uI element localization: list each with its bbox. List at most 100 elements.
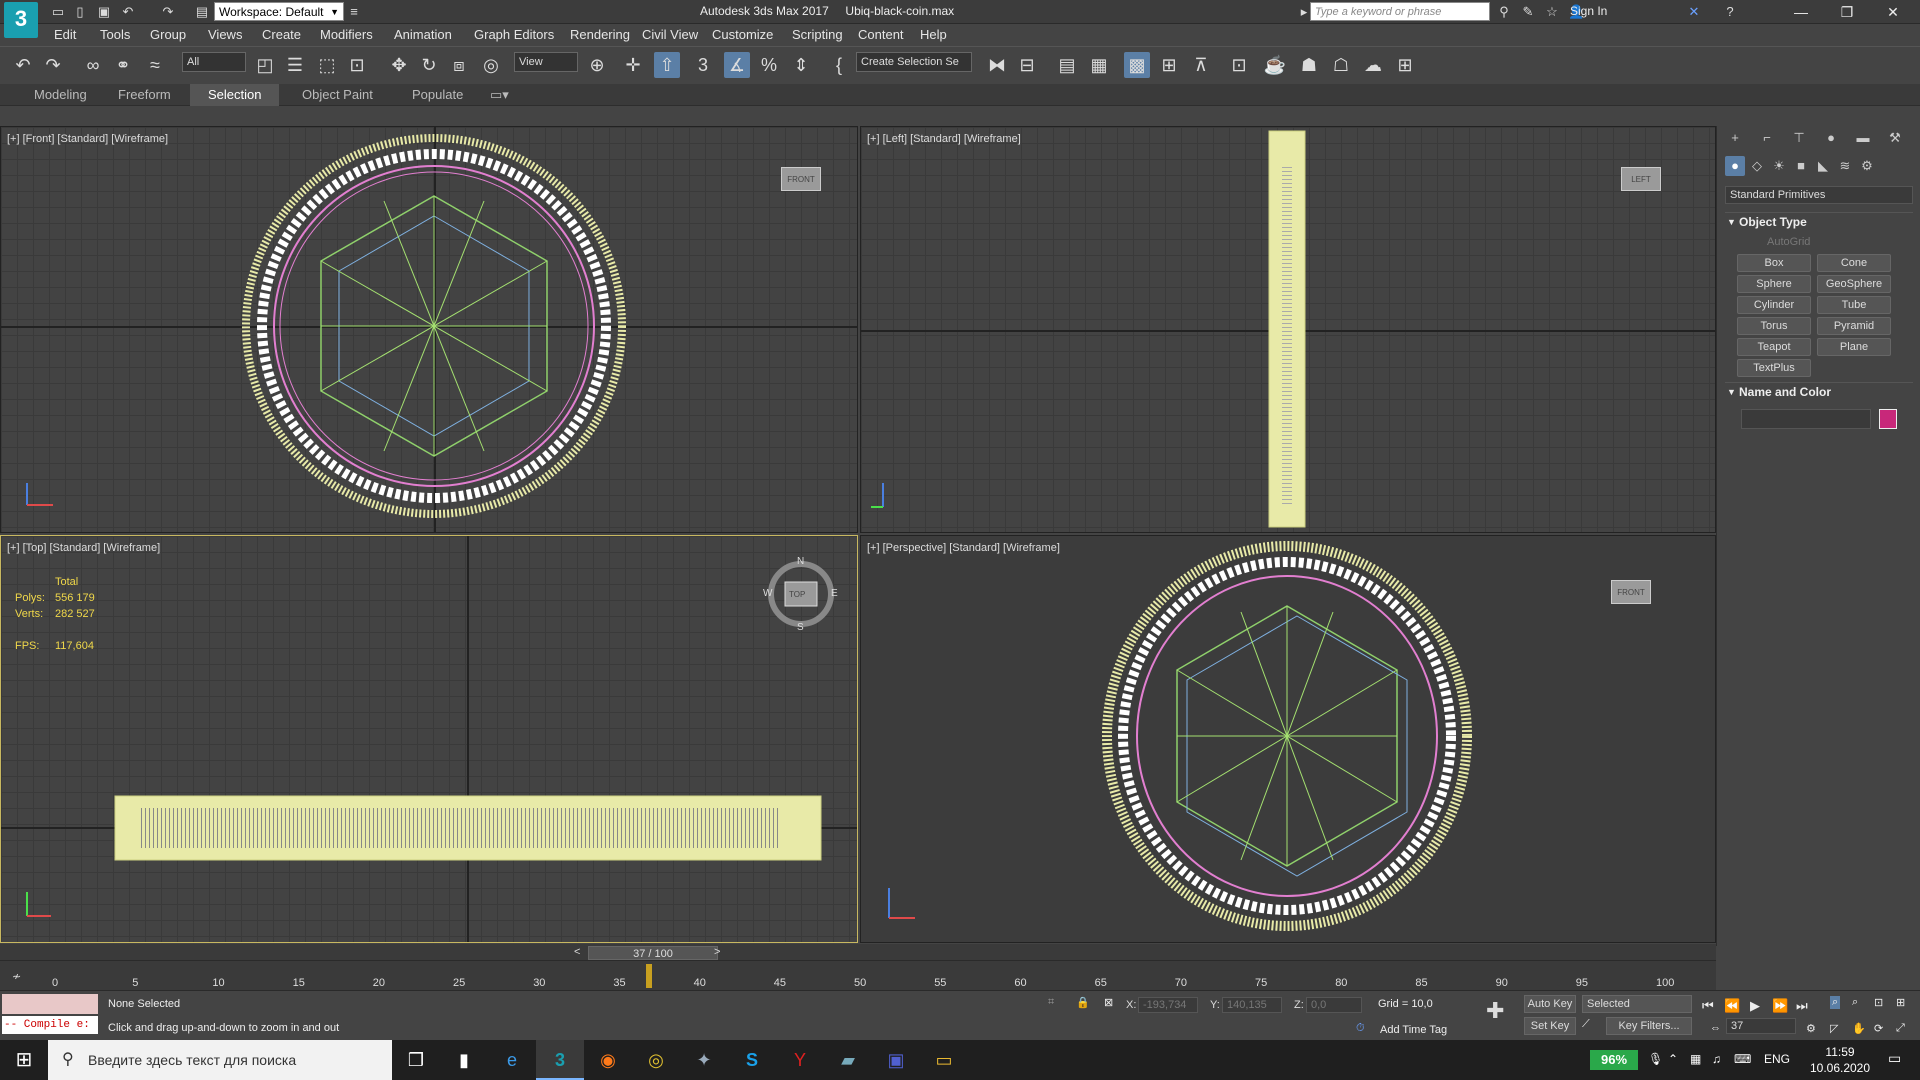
menu-civil-view[interactable]: Civil View [642,27,698,42]
object-type-rollout[interactable]: ▼ Object Type [1725,212,1913,230]
maximize-viewport-icon[interactable]: ⤢ [1896,1022,1905,1035]
select-by-name-icon[interactable]: ☰ [282,52,308,78]
layer-explorer-icon[interactable]: ▤ [1054,52,1080,78]
clock[interactable]: 11:59 10.06.2020 [1800,1044,1880,1076]
autogrid-checkbox[interactable]: AutoGrid [1767,236,1810,248]
rendered-frame-window-icon[interactable]: ☕ [1262,52,1288,78]
viewport-left[interactable]: [+] [Left] [Standard] [Wireframe] LEFT [860,126,1716,533]
viewport-top[interactable]: [+] [Top] [Standard] [Wireframe] Total P… [0,535,858,943]
view-cube[interactable]: FRONT [781,167,821,191]
undo-icon[interactable]: ↶ [10,52,36,78]
rotate-icon[interactable]: ↻ [416,52,442,78]
z-coord-field[interactable]: 0,0 [1306,997,1362,1013]
chrome-icon[interactable]: ◎ [632,1040,680,1080]
helpers-icon[interactable]: ◣ [1813,156,1833,176]
motion-tab-icon[interactable]: ● [1821,128,1841,148]
pan-view-icon[interactable]: ✋ [1852,1022,1866,1035]
orbit-icon[interactable]: ⟳ [1874,1022,1883,1035]
input-language[interactable]: ENG [1764,1052,1790,1066]
maximize-button[interactable]: ❐ [1824,0,1870,24]
view-cube[interactable]: FRONT [1611,580,1651,604]
absolute-transform-icon[interactable]: ⊠ [1104,996,1113,1009]
bind-space-warp-icon[interactable]: ≈ [142,52,168,78]
tray-chevron-up-icon[interactable]: ⌃ [1668,1052,1678,1066]
edit-named-selection-icon[interactable]: { [826,52,852,78]
cone-button[interactable]: Cone [1817,254,1891,272]
textplus-button[interactable]: TextPlus [1737,359,1811,377]
link-icon[interactable]: ∞ [80,52,106,78]
menu-content[interactable]: Content [858,27,904,42]
time-configuration-icon[interactable]: ⚙ [1806,1022,1816,1035]
menu-tools[interactable]: Tools [100,27,130,42]
angle-snap-icon[interactable]: ∡ [724,52,750,78]
menu-graph-editors[interactable]: Graph Editors [474,27,554,42]
box-button[interactable]: Box [1737,254,1811,272]
sphere-button[interactable]: Sphere [1737,275,1811,293]
app-icon-bird[interactable]: ✦ [680,1040,728,1080]
torus-button[interactable]: Torus [1737,317,1811,335]
menu-customize[interactable]: Customize [712,27,773,42]
firefox-icon[interactable]: ◉ [584,1040,632,1080]
mini-curve-editor-icon[interactable]: ≁ [12,970,21,983]
menu-modifiers[interactable]: Modifiers [320,27,373,42]
zoom-icon[interactable]: ⌕ [1830,996,1841,1009]
shapes-icon[interactable]: ◇ [1747,156,1767,176]
new-file-icon[interactable]: ▭ [50,4,66,20]
app-icon-notes[interactable]: ▰ [824,1040,872,1080]
viewport-label[interactable]: [+] [Front] [Standard] [Wireframe] [7,133,168,145]
view-cube[interactable]: TOP [789,590,805,599]
go-to-start-icon[interactable]: ⏮ [1702,998,1714,1014]
key-mode-dropdown[interactable]: Selected [1582,995,1692,1013]
viewport-front[interactable]: [+] [Front] [Standard] [Wireframe] FRONT [0,126,858,533]
systems-icon[interactable]: ⚙ [1857,156,1877,176]
save-icon[interactable]: ▣ [96,4,112,20]
sign-in-link[interactable]: Sign In [1570,4,1607,18]
add-time-tag[interactable]: Add Time Tag [1380,1024,1447,1036]
rectangular-selection-icon[interactable]: ⬚ [314,52,340,78]
primitive-category-dropdown[interactable]: Standard Primitives [1725,186,1913,204]
viewport-label[interactable]: [+] [Top] [Standard] [Wireframe] [7,542,160,554]
key-mode-toggle-icon[interactable]: ⇔ [1710,1022,1721,1034]
battery-indicator[interactable]: 96% [1590,1050,1638,1070]
pyramid-button[interactable]: Pyramid [1817,317,1891,335]
ribbon-tab-selection[interactable]: Selection [190,84,280,106]
viewport-label[interactable]: [+] [Left] [Standard] [Wireframe] [867,133,1021,145]
render-cloud-icon[interactable]: ☁ [1360,52,1386,78]
ribbon-tab-modeling[interactable]: Modeling [34,87,87,102]
network-icon[interactable]: ▦ [1690,1052,1701,1066]
view-cube[interactable]: LEFT [1621,167,1661,191]
geometry-icon[interactable]: ● [1725,156,1745,176]
menu-rendering[interactable]: Rendering [570,27,630,42]
x-coord-field[interactable]: -193,734 [1138,997,1198,1013]
space-warps-icon[interactable]: ≋ [1835,156,1855,176]
menu-animation[interactable]: Animation [394,27,452,42]
next-frame-arrow-icon[interactable]: > [714,946,720,958]
render-setup-icon[interactable]: ⊡ [1226,52,1252,78]
maxscript-listener-input[interactable] [2,994,98,1014]
plane-button[interactable]: Plane [1817,338,1891,356]
windows-start-icon[interactable]: ⊞ [0,1040,48,1080]
exchange-icon[interactable]: ✕ [1686,4,1702,20]
place-icon[interactable]: ◎ [478,52,504,78]
pivot-center-icon[interactable]: ⊕ [584,52,610,78]
object-color-swatch[interactable] [1879,409,1897,429]
task-view-icon[interactable]: ❒ [392,1040,440,1080]
geosphere-button[interactable]: GeoSphere [1817,275,1891,293]
quick-access-menu-icon[interactable]: ≡ [346,4,362,20]
zoom-extents-icon[interactable]: ⊡ [1874,996,1883,1009]
project-folder-icon[interactable]: ▤ [194,4,210,20]
name-and-color-rollout[interactable]: ▼ Name and Color [1725,382,1913,400]
time-slider-thumb[interactable]: 37 / 100 [588,946,718,960]
scale-icon[interactable]: ⧈ [446,52,472,78]
taskbar-search-input[interactable]: ⚲ Введите здесь текст для поиска [48,1040,392,1080]
3ds-max-taskbar-icon[interactable]: 3 [536,1040,584,1080]
notifications-icon[interactable]: ▭ [1888,1050,1901,1067]
viewport-perspective[interactable]: [+] [Perspective] [Standard] [Wireframe]… [860,535,1716,943]
key-filters-button[interactable]: Key Filters... [1606,1017,1692,1035]
auto-key-button[interactable]: Auto Key [1524,995,1576,1013]
render-production-icon[interactable]: ☗ [1296,52,1322,78]
help-icon[interactable]: ? [1722,4,1738,20]
render-iterative-icon[interactable]: ☖ [1328,52,1354,78]
material-editor-icon[interactable]: ⊼ [1188,52,1214,78]
selection-filter-dropdown[interactable]: All [182,52,246,72]
